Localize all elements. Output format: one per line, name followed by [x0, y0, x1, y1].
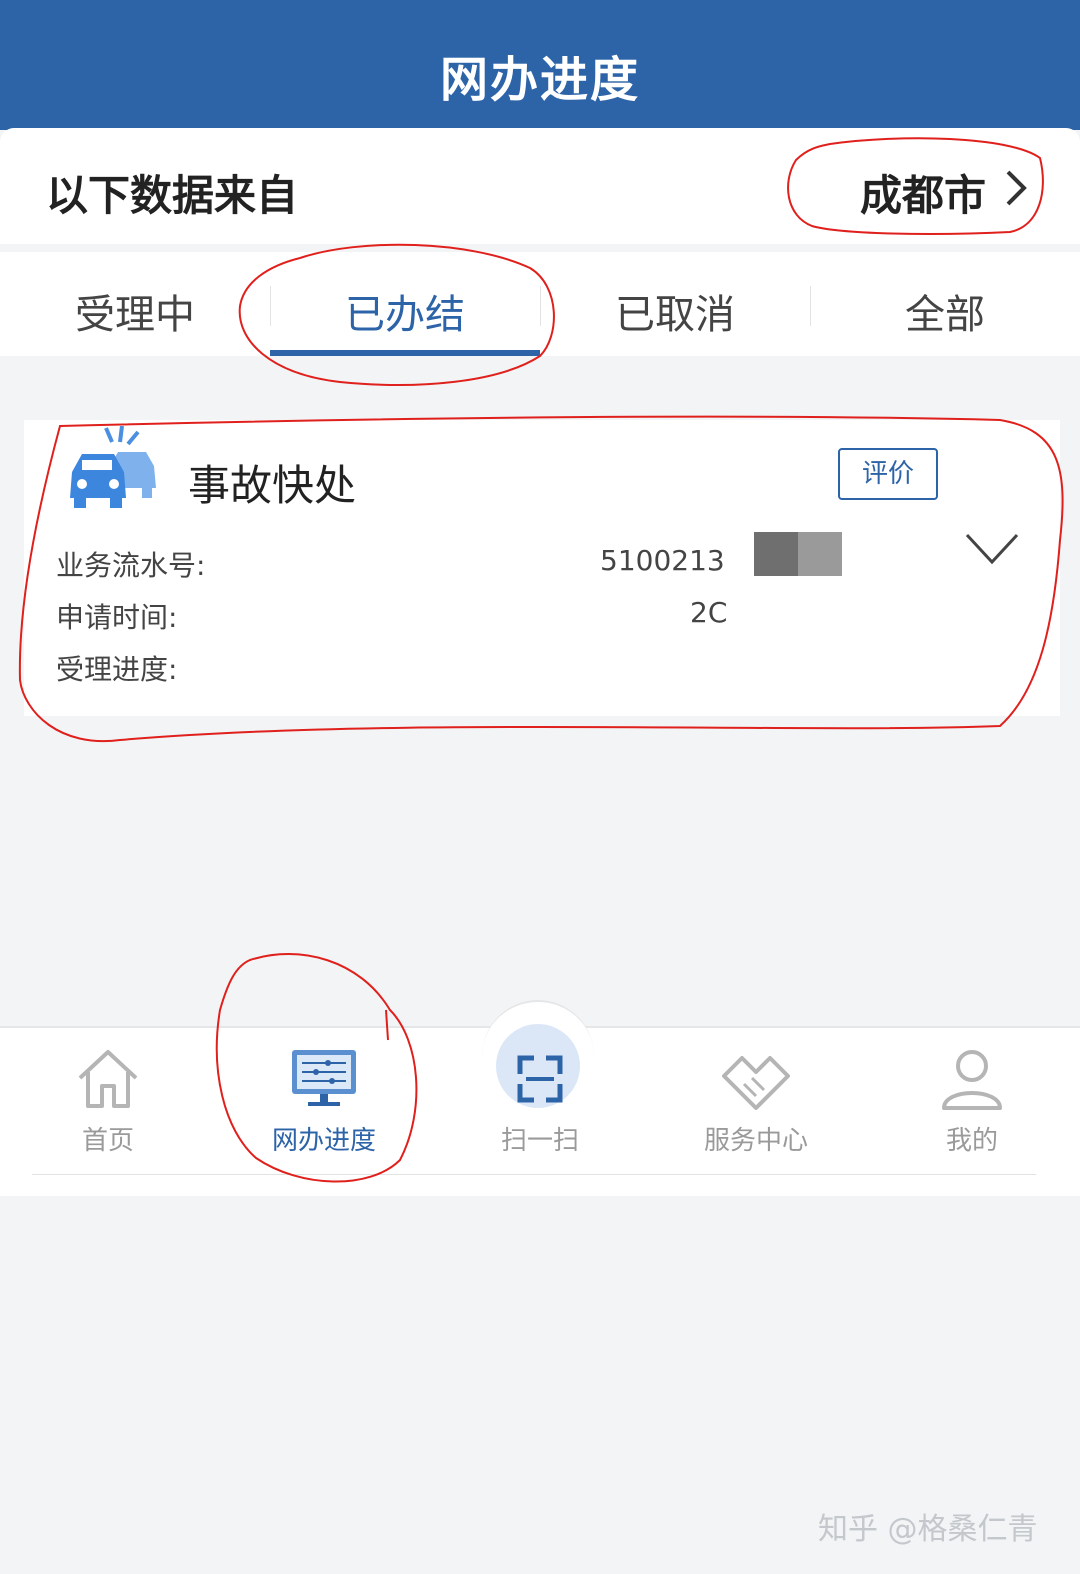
- handshake-icon: [722, 1056, 790, 1110]
- nav-home[interactable]: 首页: [0, 1028, 216, 1168]
- nav-label: 扫一扫: [500, 1126, 579, 1156]
- watermark: 知乎 @格桑仁青: [818, 1512, 1038, 1547]
- top-bar: 网办进度: [0, 0, 1080, 130]
- home-icon: [78, 1050, 138, 1108]
- nav-progress[interactable]: 网办进度: [216, 1028, 432, 1168]
- chevron-down-icon[interactable]: [964, 530, 1020, 568]
- car-accident-icon: [70, 426, 156, 508]
- scan-icon: [517, 1055, 563, 1103]
- active-tab-indicator: [270, 350, 540, 356]
- redacted-block: [754, 532, 842, 576]
- nav-label: 服务中心: [703, 1126, 808, 1156]
- rate-button[interactable]: 评价: [838, 448, 938, 500]
- nav-label: 我的: [945, 1126, 998, 1156]
- nav-scan[interactable]: 扫一扫: [432, 1028, 648, 1168]
- user-icon: [942, 1050, 1002, 1110]
- city-selector[interactable]: 成都市: [860, 162, 986, 223]
- nav-label: 网办进度: [271, 1126, 376, 1156]
- bottom-nav: 首页 网办进度 扫一扫 服务中心 我的: [0, 1000, 1080, 1196]
- tab-cancelled[interactable]: 已取消: [540, 252, 810, 356]
- data-source-row: 以下数据来自 成都市: [0, 128, 1080, 244]
- nav-divider: [32, 1174, 1036, 1175]
- tab-completed[interactable]: 已办结: [270, 252, 540, 356]
- data-source-label: 以下数据来自: [46, 171, 299, 220]
- record-card[interactable]: 事故快处 评价 业务流水号: 5100213 申请时间: 2C 受理进度:: [24, 420, 1060, 716]
- tab-all[interactable]: 全部: [810, 252, 1080, 356]
- progress-label: 受理进度:: [56, 653, 178, 686]
- nav-profile[interactable]: 我的: [864, 1028, 1080, 1168]
- apply-time-label: 申请时间:: [56, 601, 178, 634]
- apply-time-value: 2C: [690, 596, 728, 629]
- page-title: 网办进度: [439, 52, 640, 108]
- serial-number-label: 业务流水号:: [56, 549, 206, 582]
- tab-label: 全部: [905, 292, 985, 338]
- nav-service-center[interactable]: 服务中心: [648, 1028, 864, 1168]
- monitor-progress-icon: [292, 1050, 356, 1106]
- tab-label: 受理中: [75, 292, 195, 338]
- serial-number-value: 5100213: [600, 544, 725, 577]
- tab-processing[interactable]: 受理中: [0, 252, 270, 356]
- nav-label: 首页: [81, 1126, 134, 1156]
- service-name: 事故快处: [188, 461, 357, 510]
- chevron-right-icon[interactable]: [1000, 168, 1030, 208]
- tab-label: 已取消: [615, 292, 735, 338]
- tab-label: 已办结: [345, 292, 465, 338]
- status-tabs: 受理中 已办结 已取消 全部: [0, 252, 1080, 356]
